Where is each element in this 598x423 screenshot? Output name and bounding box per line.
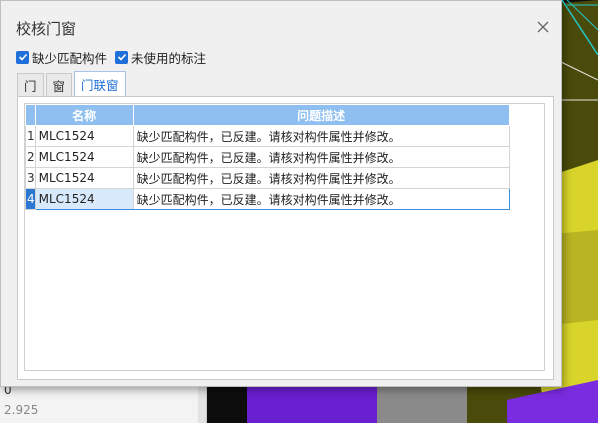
tab-door-window[interactable]: 门联窗 [74, 71, 126, 96]
issues-table: 名称 问题描述 1 MLC1524 缺少匹配构件，已反建。请核对构件属性并修改。… [25, 104, 510, 210]
checkbox-label: 缺少匹配构件 [32, 50, 108, 66]
row-number: 3 [25, 167, 36, 189]
table-row[interactable]: 1 MLC1524 缺少匹配构件，已反建。请核对构件属性并修改。 [25, 125, 510, 147]
row-number: 1 [25, 125, 36, 147]
checkbox-label: 未使用的标注 [131, 50, 207, 66]
checkbox-checked-icon [115, 50, 129, 64]
tab-window[interactable]: 窗 [45, 73, 73, 96]
missing-match-checkbox[interactable]: 缺少匹配构件 [16, 48, 107, 67]
dialog-title: 校核门窗 [16, 20, 77, 38]
unused-annotation-checkbox[interactable]: 未使用的标注 [115, 48, 206, 67]
cell-description[interactable]: 缺少匹配构件，已反建。请核对构件属性并修改。 [132, 146, 510, 168]
cell-name[interactable]: MLC1524 [34, 188, 134, 210]
table-row[interactable]: 3 MLC1524 缺少匹配构件，已反建。请核对构件属性并修改。 [25, 167, 510, 189]
cell-name[interactable]: MLC1524 [34, 146, 134, 168]
check-doors-windows-dialog: 校核门窗 缺少匹配构件 未使用的标注 门 窗 门联窗 名称 问题描述 1 MLC… [0, 0, 562, 387]
cell-name[interactable]: MLC1524 [34, 125, 134, 147]
cell-description[interactable]: 缺少匹配构件，已反建。请核对构件属性并修改。 [132, 125, 510, 147]
cell-name[interactable]: MLC1524 [34, 167, 134, 189]
row-number: 4 [25, 188, 36, 210]
tab-door[interactable]: 门 [17, 73, 44, 96]
column-header-name[interactable]: 名称 [34, 104, 134, 126]
property-value[interactable]: 2.925 [4, 403, 38, 417]
checkbox-checked-icon [16, 50, 29, 64]
category-tabs: 门 窗 门联窗 [17, 71, 128, 96]
issues-grid[interactable]: 名称 问题描述 1 MLC1524 缺少匹配构件，已反建。请核对构件属性并修改。… [24, 103, 545, 371]
table-row-selected[interactable]: 4 MLC1524 缺少匹配构件，已反建。请核对构件属性并修改。 [25, 188, 510, 210]
table-row[interactable]: 2 MLC1524 缺少匹配构件，已反建。请核对构件属性并修改。 [25, 146, 510, 168]
tab-panel: 名称 问题描述 1 MLC1524 缺少匹配构件，已反建。请核对构件属性并修改。… [17, 96, 554, 380]
cell-description[interactable]: 缺少匹配构件，已反建。请核对构件属性并修改。 [132, 188, 510, 210]
row-number-header [25, 104, 36, 126]
filter-checkboxes: 缺少匹配构件 未使用的标注 [16, 48, 214, 66]
table-header-row: 名称 问题描述 [25, 104, 510, 126]
column-header-description[interactable]: 问题描述 [132, 104, 510, 126]
cell-description[interactable]: 缺少匹配构件，已反建。请核对构件属性并修改。 [132, 167, 510, 189]
close-icon[interactable] [535, 19, 551, 35]
row-number: 2 [25, 146, 36, 168]
